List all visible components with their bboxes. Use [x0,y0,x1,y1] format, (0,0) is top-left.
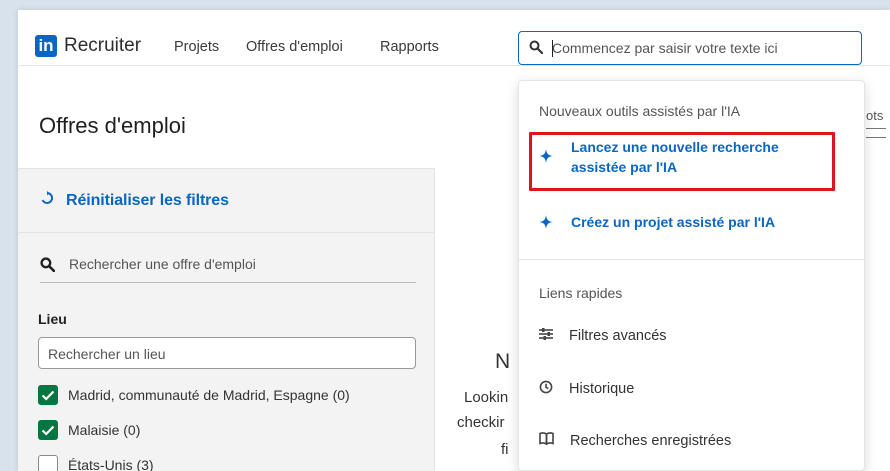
empty-state-line-2: checkir [457,414,505,431]
search-icon [40,257,56,277]
location-option-malaisie[interactable]: Malaisie (0) [38,420,140,440]
filter-panel: Réinitialiser les filtres Rechercher une… [18,168,435,471]
nav-link-offres-emploi[interactable]: Offres d'emploi [246,39,343,55]
empty-state-line-1: Lookin [464,389,509,406]
quick-links-heading: Liens rapides [539,285,623,301]
ai-new-project-label: Créez un projet assisté par l'IA [571,214,776,230]
global-search-input[interactable] [552,38,852,58]
highlight-box [529,132,835,191]
top-nav: in Recruiter Projets Offres d'emploi Rap… [18,10,890,66]
right-tab-fragment[interactable]: ots [866,108,883,123]
nav-link-rapports[interactable]: Rapports [380,39,439,55]
text-caret [552,40,553,57]
location-option-label: États-Unis (3) [68,457,154,471]
sparkle-icon [539,215,553,234]
page-title: Offres d'emploi [39,113,186,138]
global-search-box[interactable] [518,31,862,65]
ai-tools-heading: Nouveaux outils assistés par l'IA [539,103,741,119]
divider [18,232,435,233]
checkbox-checked[interactable] [38,420,58,440]
brand-name[interactable]: Recruiter [64,35,141,57]
location-search-input[interactable]: Rechercher un lieu [38,337,416,369]
quick-link-history[interactable]: Historique [539,380,634,398]
app-window: in Recruiter Projets Offres d'emploi Rap… [18,10,890,471]
quick-link-advanced-filters[interactable]: Filtres avancés [539,328,667,344]
quick-link-saved-searches[interactable]: Recherches enregistrées [539,432,731,449]
search-icon [529,40,544,59]
reset-filters-button[interactable]: Réinitialiser les filtres [40,191,229,210]
quick-link-label: Recherches enregistrées [570,432,732,449]
location-option-etats-unis[interactable]: États-Unis (3) [38,455,154,471]
sliders-icon [539,328,553,344]
location-option-madrid[interactable]: Madrid, communauté de Madrid, Espagne (0… [38,385,350,405]
menu-lines-icon[interactable] [866,128,886,138]
checkbox-unchecked[interactable] [38,455,58,471]
linkedin-logo[interactable]: in [35,35,57,57]
location-label: Lieu [38,311,67,327]
location-option-label: Malaisie (0) [68,422,141,438]
refresh-icon [40,191,54,210]
job-search-field[interactable]: Rechercher une offre d'emploi [40,255,416,283]
ai-new-project-item[interactable]: Créez un projet assisté par l'IA [539,212,775,234]
quick-link-label: Historique [569,381,635,397]
location-search-placeholder: Rechercher un lieu [48,346,166,362]
job-search-placeholder: Rechercher une offre d'emploi [69,256,256,272]
location-option-label: Madrid, communauté de Madrid, Espagne (0… [68,387,350,403]
history-icon [539,380,553,398]
divider [519,259,866,260]
reset-filters-label: Réinitialiser les filtres [66,191,229,209]
quick-link-label: Filtres avancés [569,328,667,344]
book-icon [539,432,554,449]
checkbox-checked[interactable] [38,385,58,405]
search-suggestions-dropdown: Nouveaux outils assistés par l'IA Lancez… [518,80,866,471]
empty-state-heading-fragment: N [495,350,511,373]
nav-link-projets[interactable]: Projets [174,39,219,55]
empty-state-line-3: fi [501,441,509,458]
